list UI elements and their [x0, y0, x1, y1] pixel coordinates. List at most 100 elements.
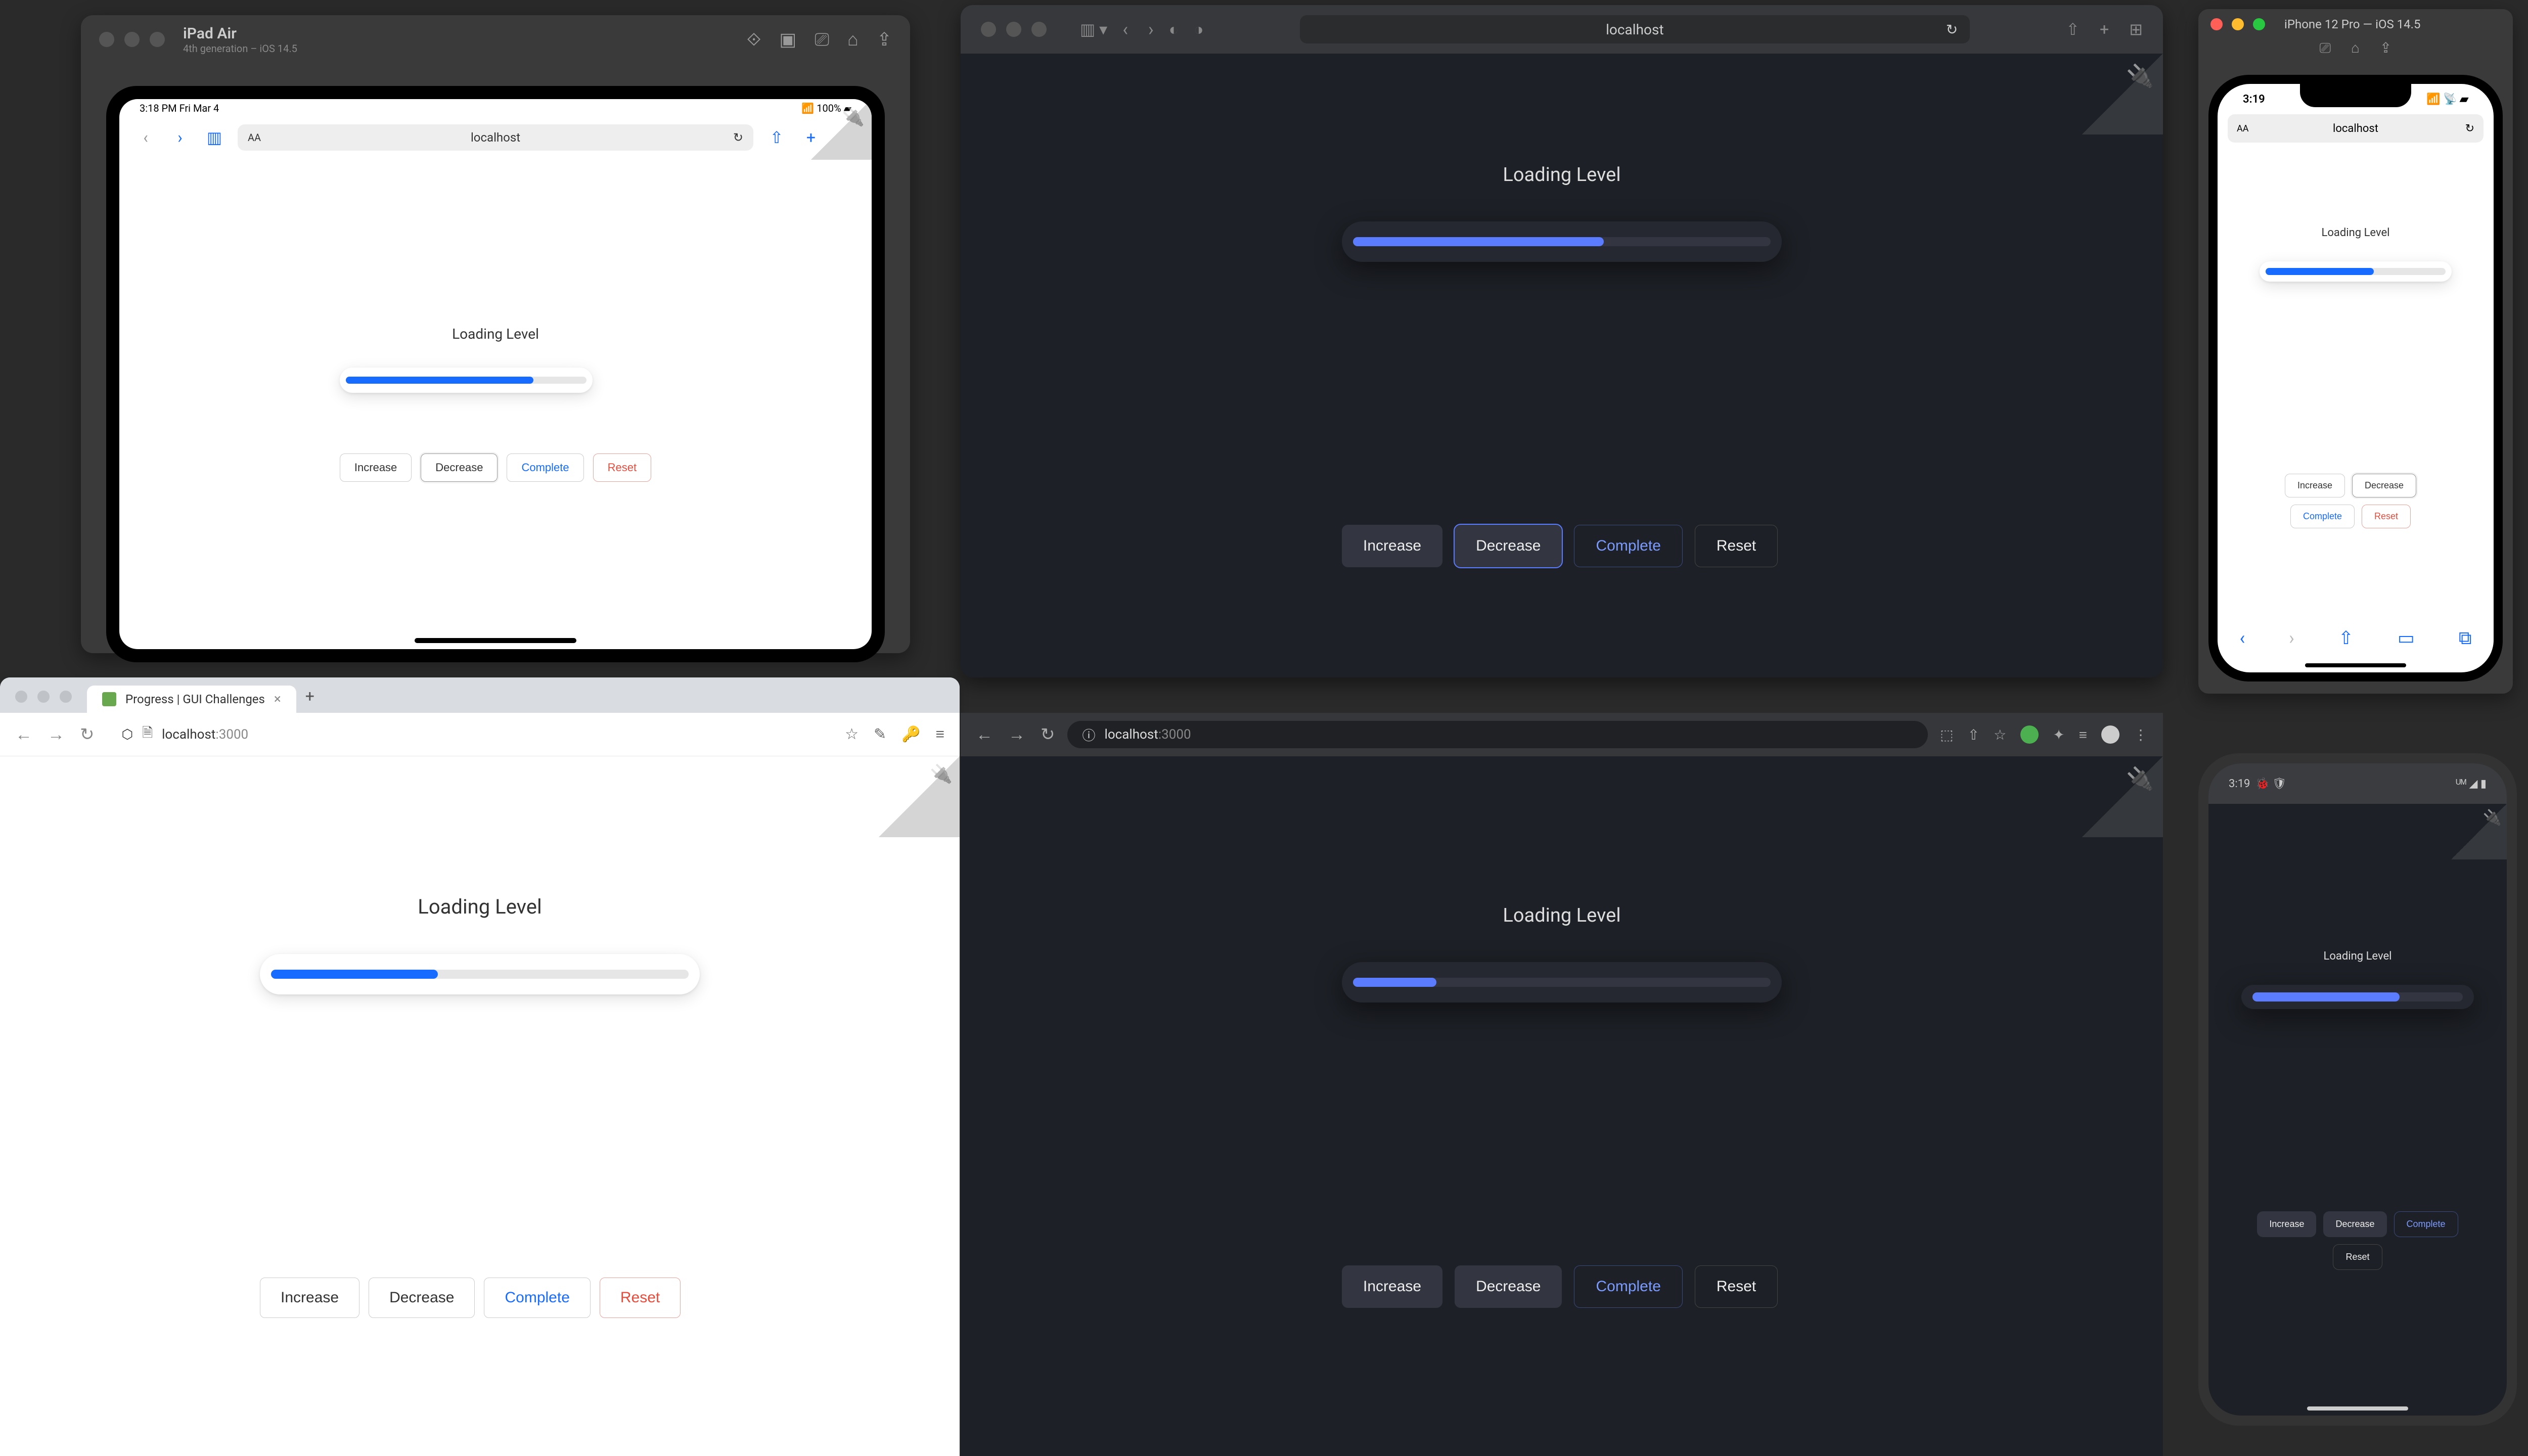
reset-button[interactable]: Reset: [600, 1278, 681, 1318]
home-indicator[interactable]: [2307, 1406, 2408, 1410]
decrease-button[interactable]: Decrease: [2323, 1211, 2386, 1237]
back-button[interactable]: ‹: [1122, 19, 1128, 40]
bookmark-star-icon[interactable]: ☆: [1994, 726, 2006, 743]
zoom-window-button[interactable]: [1031, 22, 1047, 37]
increase-button[interactable]: Increase: [340, 453, 412, 482]
decrease-button[interactable]: Decrease: [1455, 525, 1562, 567]
forward-button[interactable]: →: [48, 724, 65, 745]
close-window-button[interactable]: [15, 691, 27, 703]
tabs-icon[interactable]: ⊞: [2129, 20, 2143, 39]
reload-icon[interactable]: ↻: [733, 130, 743, 145]
back-button[interactable]: ←: [976, 724, 993, 745]
share-icon[interactable]: ⇪: [877, 29, 892, 51]
zoom-window-button[interactable]: [2253, 18, 2265, 30]
decrease-button[interactable]: Decrease: [1455, 1265, 1562, 1308]
minimize-window-button[interactable]: [124, 32, 140, 47]
reset-button[interactable]: Reset: [593, 453, 651, 482]
complete-button[interactable]: Complete: [1574, 525, 1682, 567]
url-field[interactable]: AA localhost ↻: [238, 124, 753, 151]
new-tab-button[interactable]: +: [305, 687, 314, 706]
zoom-window-button[interactable]: [150, 32, 165, 47]
complete-button[interactable]: Complete: [484, 1278, 590, 1318]
home-indicator[interactable]: [2305, 663, 2406, 667]
devtools-badge-icon[interactable]: [2082, 756, 2163, 837]
appearance-icon[interactable]: ◑: [1194, 20, 1203, 39]
share-icon[interactable]: ⇧: [2066, 20, 2080, 39]
lock-icon[interactable]: 🗎: [142, 723, 153, 746]
browser-tab[interactable]: Progress | GUI Challenges ×: [87, 686, 296, 713]
reload-icon[interactable]: ↻: [1946, 21, 1958, 38]
back-button[interactable]: ‹: [2239, 627, 2245, 649]
devtools-badge-icon[interactable]: [879, 756, 960, 837]
reset-button[interactable]: Reset: [2333, 1244, 2382, 1270]
home-indicator[interactable]: [415, 638, 576, 643]
info-icon[interactable]: ⓘ: [1082, 725, 1096, 744]
reading-list-icon[interactable]: ≡: [2079, 726, 2087, 743]
minimize-window-button[interactable]: [37, 691, 50, 703]
reset-button[interactable]: Reset: [2362, 505, 2411, 528]
shield-icon[interactable]: ◐: [1169, 20, 1179, 39]
tabs-icon[interactable]: ⧉: [2459, 627, 2472, 649]
url-field[interactable]: AA localhost ↻: [2228, 114, 2484, 143]
increase-button[interactable]: Increase: [2257, 1211, 2316, 1237]
share-icon[interactable]: ⇧: [1968, 726, 1979, 743]
forward-button[interactable]: ›: [1148, 19, 1154, 40]
rotate-icon[interactable]: ⎚: [815, 29, 829, 51]
increase-button[interactable]: Increase: [1342, 1265, 1442, 1308]
sidebar-icon[interactable]: ▥ ▾: [1080, 20, 1107, 39]
reload-button[interactable]: ↻: [80, 724, 95, 745]
url-field[interactable]: ⓘ localhost:3000: [1067, 721, 1928, 748]
bookmark-star-icon[interactable]: ☆: [845, 725, 859, 743]
extensions-icon[interactable]: ✦: [2053, 726, 2064, 743]
complete-button[interactable]: Complete: [2394, 1211, 2458, 1237]
decrease-button[interactable]: Decrease: [369, 1278, 475, 1318]
sidebar-icon[interactable]: ▥: [203, 126, 225, 149]
extension-icon[interactable]: [2020, 725, 2039, 744]
shield-icon[interactable]: ⬡: [122, 727, 133, 742]
reload-icon[interactable]: ↻: [2465, 122, 2474, 135]
install-app-icon[interactable]: ⬚: [1940, 726, 1953, 743]
menu-icon[interactable]: ⋮: [2134, 726, 2148, 743]
increase-button[interactable]: Increase: [260, 1278, 359, 1318]
back-button[interactable]: ‹: [134, 126, 157, 149]
complete-button[interactable]: Complete: [1574, 1265, 1682, 1308]
extension-icon[interactable]: [2101, 725, 2119, 744]
forward-button[interactable]: ›: [2289, 627, 2294, 649]
decrease-button[interactable]: Decrease: [2352, 474, 2416, 497]
increase-button[interactable]: Increase: [1342, 525, 1442, 567]
reload-button[interactable]: ↻: [1041, 724, 1055, 745]
devtools-badge-icon[interactable]: [2451, 804, 2507, 859]
home-icon[interactable]: ⌂: [2351, 39, 2360, 65]
url-field[interactable]: ⬡ 🗎 localhost:3000: [107, 721, 833, 748]
zoom-window-button[interactable]: [60, 691, 72, 703]
minimize-window-button[interactable]: [2232, 18, 2244, 30]
bookmarks-icon[interactable]: ▭: [2398, 627, 2415, 649]
reader-aa-icon[interactable]: AA: [2237, 123, 2248, 134]
close-window-button[interactable]: [2210, 18, 2223, 30]
reset-button[interactable]: Reset: [1695, 525, 1778, 567]
share-icon[interactable]: ⇧: [765, 126, 788, 149]
url-field[interactable]: localhost ↻: [1300, 15, 1970, 43]
complete-button[interactable]: Complete: [507, 453, 583, 482]
forward-button[interactable]: ›: [169, 126, 191, 149]
forward-button[interactable]: →: [1008, 724, 1025, 745]
pointer-icon[interactable]: ⟐: [747, 29, 761, 51]
minimize-window-button[interactable]: [1006, 22, 1021, 37]
reader-aa-icon[interactable]: AA: [248, 131, 261, 144]
devtools-badge-icon[interactable]: [811, 99, 872, 160]
complete-button[interactable]: Complete: [2290, 505, 2355, 528]
screenshot-icon[interactable]: ▣: [779, 29, 796, 51]
close-tab-icon[interactable]: ×: [274, 692, 281, 707]
back-button[interactable]: ←: [15, 724, 32, 745]
new-tab-icon[interactable]: +: [2100, 20, 2109, 39]
reset-button[interactable]: Reset: [1695, 1265, 1778, 1308]
close-window-button[interactable]: [99, 32, 114, 47]
extension-icon[interactable]: ✎: [874, 725, 886, 743]
home-icon[interactable]: ⌂: [847, 29, 859, 51]
screenshot-icon[interactable]: ⎚: [2320, 39, 2331, 65]
extension-icon[interactable]: 🔑: [901, 725, 920, 743]
increase-button[interactable]: Increase: [2285, 474, 2345, 497]
devtools-badge-icon[interactable]: [2082, 54, 2163, 134]
share-icon[interactable]: ⇧: [2338, 627, 2354, 649]
decrease-button[interactable]: Decrease: [421, 453, 498, 482]
